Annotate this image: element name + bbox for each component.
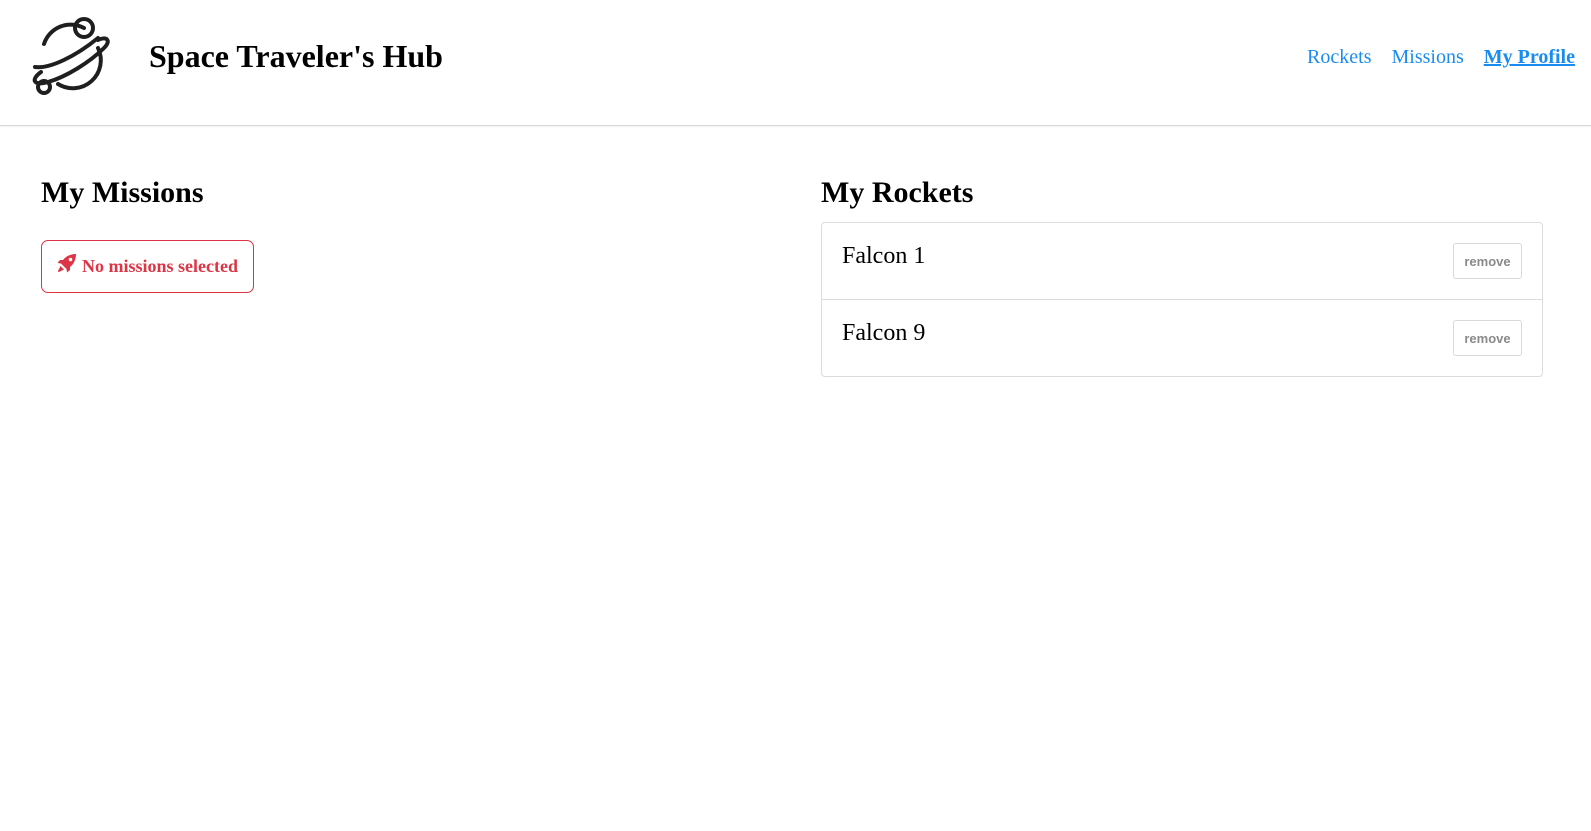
nav-link-my-profile[interactable]: My Profile bbox=[1484, 44, 1575, 70]
list-item: Falcon 1 remove bbox=[822, 223, 1542, 300]
nav-link-rockets[interactable]: Rockets bbox=[1307, 44, 1371, 70]
my-rockets-title: My Rockets bbox=[821, 176, 974, 209]
site-title: Space Traveler's Hub bbox=[149, 38, 443, 74]
main-nav: Rockets Missions My Profile bbox=[1307, 44, 1575, 70]
remove-rocket-button[interactable]: remove bbox=[1453, 320, 1522, 356]
no-missions-alert: No missions selected bbox=[41, 240, 254, 293]
nav-link-missions[interactable]: Missions bbox=[1391, 44, 1463, 70]
rocket-icon bbox=[57, 253, 76, 272]
rocket-name: Falcon 9 bbox=[842, 320, 926, 346]
site-header: Space Traveler's Hub Rockets Missions My… bbox=[0, 0, 1591, 126]
list-item: Falcon 9 remove bbox=[822, 300, 1542, 376]
my-missions-title: My Missions bbox=[41, 176, 204, 209]
my-missions-section: My Missions No missions selected bbox=[41, 174, 761, 293]
my-rockets-section: My Rockets Falcon 1 remove Falcon 9 remo… bbox=[821, 174, 1543, 377]
rocket-list: Falcon 1 remove Falcon 9 remove bbox=[821, 222, 1543, 377]
rocket-name: Falcon 1 bbox=[842, 243, 926, 269]
no-missions-message: No missions selected bbox=[82, 256, 238, 276]
profile-page: My Missions No missions selected My Rock… bbox=[0, 126, 1591, 831]
remove-rocket-button[interactable]: remove bbox=[1453, 243, 1522, 279]
planet-icon[interactable] bbox=[28, 14, 112, 98]
